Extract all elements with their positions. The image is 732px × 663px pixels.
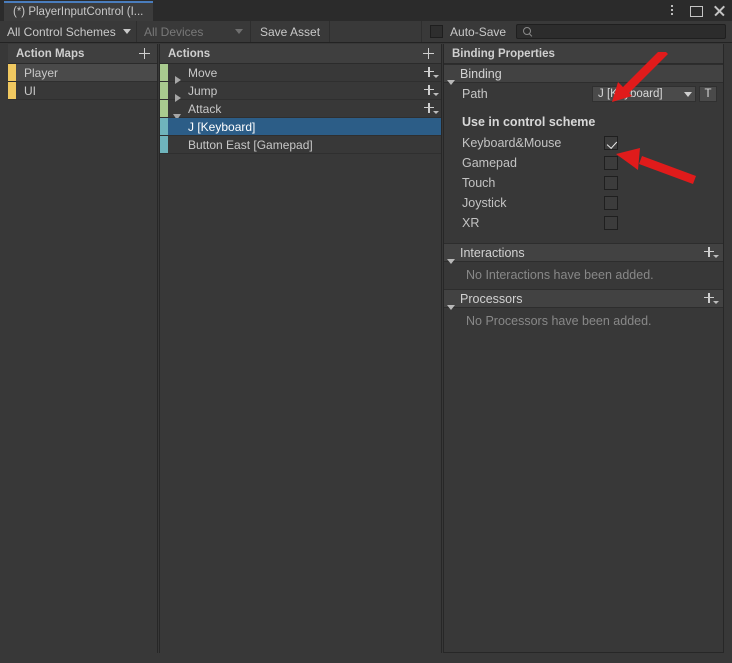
- vertical-dots-icon[interactable]: [665, 4, 678, 17]
- interactions-section-title: Interactions: [460, 245, 525, 260]
- action-accent-bar: [160, 64, 168, 81]
- action-map-label: Player: [24, 65, 59, 80]
- search-icon: [523, 26, 533, 37]
- add-binding-button[interactable]: [421, 83, 441, 99]
- processors-empty-text: No Processors have been added.: [466, 314, 652, 328]
- scheme-label: Touch: [462, 176, 496, 190]
- path-dropdown[interactable]: J [Keyboard]: [592, 86, 696, 102]
- action-maps-title: Action Maps: [16, 47, 85, 60]
- path-value: J [Keyboard]: [598, 88, 663, 100]
- actions-header: Actions: [160, 44, 441, 64]
- binding-properties-title: Binding Properties: [452, 47, 555, 60]
- path-listen-button[interactable]: T: [699, 86, 717, 102]
- close-icon[interactable]: [713, 4, 726, 17]
- binding-properties-panel: Binding Properties Binding Path J [Keybo…: [443, 44, 724, 653]
- action-row-attack[interactable]: Attack: [160, 100, 441, 120]
- devices-label: All Devices: [144, 24, 204, 39]
- binding-properties-header: Binding Properties: [444, 44, 723, 64]
- auto-save-checkbox[interactable]: [430, 25, 444, 38]
- add-processor-button[interactable]: [701, 291, 721, 307]
- actions-panel: Actions Move Jump Attack J [Keyboard] Bu…: [159, 44, 442, 653]
- control-scheme-title: Use in control scheme: [462, 115, 596, 129]
- scheme-label: Gamepad: [462, 156, 517, 170]
- binding-label: Button East [Gamepad]: [188, 137, 313, 152]
- processors-section-title: Processors: [460, 291, 523, 306]
- binding-properties-body: Binding Path J [Keyboard] T Use in contr…: [444, 64, 723, 335]
- chevron-down-icon: [122, 29, 131, 34]
- xr-checkbox[interactable]: [604, 216, 618, 230]
- action-accent-bar: [160, 82, 168, 99]
- action-label: Move: [188, 65, 218, 80]
- save-asset-button[interactable]: Save Asset: [251, 21, 331, 42]
- path-label: Path: [462, 87, 488, 101]
- add-interaction-button[interactable]: [701, 245, 721, 261]
- scheme-row-keyboard-mouse[interactable]: Keyboard&Mouse: [444, 133, 723, 153]
- search-field[interactable]: [516, 24, 726, 39]
- action-maps-header: Action Maps: [8, 44, 157, 64]
- binding-label: J [Keyboard]: [188, 119, 256, 134]
- maximize-icon[interactable]: [689, 4, 703, 17]
- asset-tab[interactable]: (*) PlayerInputControl (I...: [4, 1, 154, 21]
- keyboard-mouse-checkbox[interactable]: [604, 136, 618, 150]
- add-action-button[interactable]: [419, 46, 437, 62]
- action-label: Jump: [188, 83, 218, 98]
- auto-save-toggle[interactable]: Auto-Save: [422, 21, 514, 42]
- search-input[interactable]: [533, 24, 719, 39]
- unity-input-actions-window: (*) PlayerInputControl (I... All Control…: [0, 0, 732, 663]
- scheme-row-touch[interactable]: Touch: [444, 173, 723, 193]
- add-action-map-button[interactable]: [135, 46, 153, 62]
- save-asset-label: Save Asset: [260, 24, 321, 39]
- binding-row-button-east-gamepad[interactable]: Button East [Gamepad]: [160, 136, 441, 154]
- add-binding-button[interactable]: [421, 65, 441, 81]
- chevron-down-icon: [235, 29, 243, 34]
- joystick-checkbox[interactable]: [604, 196, 618, 210]
- action-accent-bar: [160, 100, 168, 117]
- auto-save-label: Auto-Save: [450, 24, 507, 39]
- processors-section-header[interactable]: Processors: [444, 289, 723, 310]
- actions-list: Move Jump Attack J [Keyboard] Button Eas…: [160, 64, 441, 653]
- action-map-row-ui[interactable]: UI: [8, 82, 157, 100]
- map-accent-bar: [8, 64, 16, 81]
- binding-section-header[interactable]: Binding: [444, 64, 723, 85]
- window-titlebar: (*) PlayerInputControl (I...: [0, 0, 732, 21]
- gamepad-checkbox[interactable]: [604, 156, 618, 170]
- devices-dropdown[interactable]: All Devices: [137, 21, 251, 42]
- actions-title: Actions: [168, 47, 211, 60]
- action-row-move[interactable]: Move: [160, 64, 441, 84]
- binding-accent-bar: [160, 118, 168, 135]
- panels-container: Action Maps Player UI Actions Move Jump …: [0, 44, 732, 663]
- interactions-section-header[interactable]: Interactions: [444, 243, 723, 264]
- scheme-row-gamepad[interactable]: Gamepad: [444, 153, 723, 173]
- binding-row-j-keyboard[interactable]: J [Keyboard]: [160, 118, 441, 136]
- action-maps-panel: Action Maps Player UI: [8, 44, 158, 653]
- action-label: Attack: [188, 101, 222, 116]
- action-maps-list: Player UI: [8, 64, 157, 653]
- interactions-empty-text: No Interactions have been added.: [466, 268, 654, 282]
- map-accent-bar: [8, 82, 16, 99]
- window-controls: [665, 0, 726, 21]
- action-map-label: UI: [24, 83, 36, 98]
- asset-tab-label: (*) PlayerInputControl (I...: [13, 6, 144, 18]
- scheme-label: XR: [462, 216, 480, 230]
- scheme-row-joystick[interactable]: Joystick: [444, 193, 723, 213]
- toolbar-spacer: [330, 21, 423, 42]
- toolbar: All Control Schemes All Devices Save Ass…: [0, 21, 732, 43]
- path-field-row: Path J [Keyboard] T: [444, 83, 723, 105]
- binding-accent-bar: [160, 136, 168, 153]
- scheme-label: Joystick: [462, 196, 507, 210]
- binding-section-title: Binding: [460, 66, 502, 81]
- action-map-row-player[interactable]: Player: [8, 64, 157, 82]
- scheme-row-xr[interactable]: XR: [444, 213, 723, 233]
- control-schemes-label: All Control Schemes: [7, 24, 116, 39]
- add-binding-button[interactable]: [421, 101, 441, 117]
- action-row-jump[interactable]: Jump: [160, 82, 441, 102]
- control-schemes-dropdown[interactable]: All Control Schemes: [0, 21, 137, 42]
- scheme-label: Keyboard&Mouse: [462, 136, 562, 150]
- path-listen-label: T: [704, 88, 712, 100]
- chevron-down-icon: [684, 91, 692, 97]
- touch-checkbox[interactable]: [604, 176, 618, 190]
